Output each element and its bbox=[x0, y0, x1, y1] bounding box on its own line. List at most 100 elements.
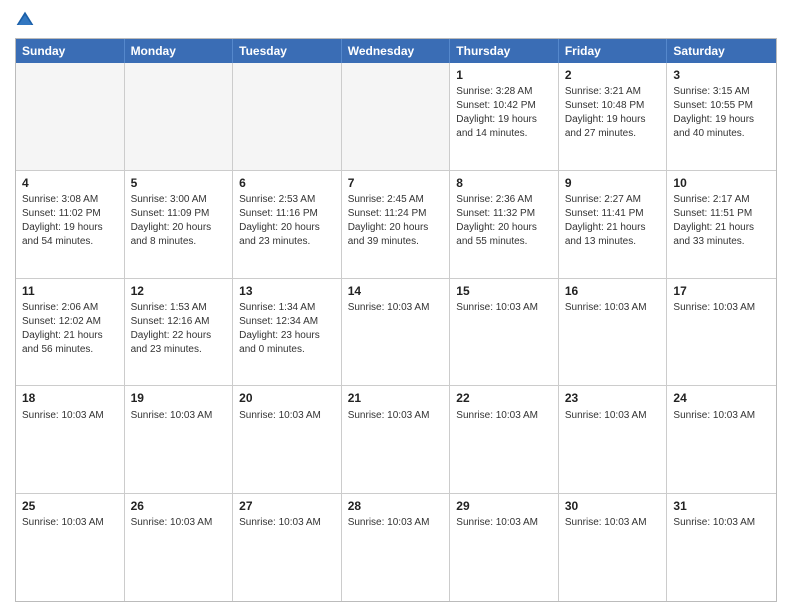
calendar-cell bbox=[125, 63, 234, 170]
day-number: 2 bbox=[565, 67, 661, 83]
calendar-row-1: 1 Sunrise: 3:28 AM Sunset: 10:42 PM Dayli… bbox=[16, 63, 776, 170]
day-info: Sunrise: 3:21 AM Sunset: 10:48 PM Daylig… bbox=[565, 85, 661, 141]
day-number: 27 bbox=[239, 498, 335, 514]
day-number: 14 bbox=[348, 283, 444, 299]
day-info: Sunrise: 10:03 AM bbox=[348, 301, 444, 315]
day-number: 10 bbox=[673, 175, 770, 191]
calendar-cell bbox=[342, 63, 451, 170]
calendar-cell: 11 Sunrise: 2:06 AM Sunset: 12:02 AM Dayl… bbox=[16, 279, 125, 386]
calendar-cell: 12 Sunrise: 1:53 AM Sunset: 12:16 AM Dayl… bbox=[125, 279, 234, 386]
calendar-cell: 10 Sunrise: 2:17 AM Sunset: 11:51 PM Dayl… bbox=[667, 171, 776, 278]
calendar-row-5: 25Sunrise: 10:03 AM26Sunrise: 10:03 AM27… bbox=[16, 493, 776, 601]
day-number: 29 bbox=[456, 498, 552, 514]
page: SundayMondayTuesdayWednesdayThursdayFrid… bbox=[0, 0, 792, 612]
day-info: Sunrise: 10:03 AM bbox=[22, 516, 118, 530]
calendar-cell: 28 Sunrise: 10:03 AM bbox=[342, 494, 451, 601]
day-info: Sunrise: 10:03 AM bbox=[456, 516, 552, 530]
calendar-cell: 17Sunrise: 10:03 AM bbox=[667, 279, 776, 386]
day-info: Sunrise: 10:03 AM bbox=[565, 301, 661, 315]
calendar-cell: 31Sunrise: 10:03 AM bbox=[667, 494, 776, 601]
day-info: Sunrise: 3:08 AM Sunset: 11:02 PM Daylig… bbox=[22, 193, 118, 249]
day-info: Sunrise: 10:03 AM bbox=[131, 409, 227, 423]
calendar-cell: 7 Sunrise: 2:45 AM Sunset: 11:24 PM Dayli… bbox=[342, 171, 451, 278]
calendar-row-2: 4Sunrise: 3:08 AM Sunset: 11:02 PM Dayli… bbox=[16, 170, 776, 278]
day-number: 5 bbox=[131, 175, 227, 191]
day-info: Sunrise: 3:28 AM Sunset: 10:42 PM Daylig… bbox=[456, 85, 552, 141]
day-number: 20 bbox=[239, 390, 335, 406]
calendar-cell: 6Sunrise: 2:53 AM Sunset: 11:16 PM Dayli… bbox=[233, 171, 342, 278]
calendar-cell bbox=[233, 63, 342, 170]
calendar-body: 1 Sunrise: 3:28 AM Sunset: 10:42 PM Dayli… bbox=[16, 63, 776, 601]
day-info: Sunrise: 10:03 AM bbox=[456, 301, 552, 315]
day-number: 23 bbox=[565, 390, 661, 406]
header-day-wednesday: Wednesday bbox=[342, 39, 451, 63]
day-number: 28 bbox=[348, 498, 444, 514]
header-day-saturday: Saturday bbox=[667, 39, 776, 63]
day-number: 13 bbox=[239, 283, 335, 299]
day-info: Sunrise: 10:03 AM bbox=[673, 409, 770, 423]
header-day-thursday: Thursday bbox=[450, 39, 559, 63]
day-number: 24 bbox=[673, 390, 770, 406]
day-info: Sunrise: 2:17 AM Sunset: 11:51 PM Daylig… bbox=[673, 193, 770, 249]
day-number: 21 bbox=[348, 390, 444, 406]
day-number: 16 bbox=[565, 283, 661, 299]
calendar-cell: 9 Sunrise: 2:27 AM Sunset: 11:41 PM Dayli… bbox=[559, 171, 668, 278]
day-number: 1 bbox=[456, 67, 552, 83]
calendar-cell: 23 Sunrise: 10:03 AM bbox=[559, 386, 668, 493]
day-number: 31 bbox=[673, 498, 770, 514]
header-day-tuesday: Tuesday bbox=[233, 39, 342, 63]
calendar-header: SundayMondayTuesdayWednesdayThursdayFrid… bbox=[16, 39, 776, 63]
calendar-cell: 27Sunrise: 10:03 AM bbox=[233, 494, 342, 601]
header bbox=[15, 10, 777, 30]
day-info: Sunrise: 2:45 AM Sunset: 11:24 PM Daylig… bbox=[348, 193, 444, 249]
calendar-cell: 22 Sunrise: 10:03 AM bbox=[450, 386, 559, 493]
day-info: Sunrise: 10:03 AM bbox=[131, 516, 227, 530]
day-info: Sunrise: 10:03 AM bbox=[348, 516, 444, 530]
day-number: 12 bbox=[131, 283, 227, 299]
day-info: Sunrise: 1:34 AM Sunset: 12:34 AM Daylig… bbox=[239, 301, 335, 357]
calendar-row-4: 18Sunrise: 10:03 AM19Sunrise: 10:03 AM20… bbox=[16, 385, 776, 493]
calendar-cell: 21 Sunrise: 10:03 AM bbox=[342, 386, 451, 493]
header-day-friday: Friday bbox=[559, 39, 668, 63]
day-info: Sunrise: 2:36 AM Sunset: 11:32 PM Daylig… bbox=[456, 193, 552, 249]
day-info: Sunrise: 1:53 AM Sunset: 12:16 AM Daylig… bbox=[131, 301, 227, 357]
calendar: SundayMondayTuesdayWednesdayThursdayFrid… bbox=[15, 38, 777, 602]
day-number: 8 bbox=[456, 175, 552, 191]
day-info: Sunrise: 10:03 AM bbox=[456, 409, 552, 423]
calendar-cell: 13 Sunrise: 1:34 AM Sunset: 12:34 AM Dayl… bbox=[233, 279, 342, 386]
day-number: 18 bbox=[22, 390, 118, 406]
logo bbox=[15, 10, 39, 30]
calendar-cell: 19Sunrise: 10:03 AM bbox=[125, 386, 234, 493]
calendar-cell: 8 Sunrise: 2:36 AM Sunset: 11:32 PM Dayli… bbox=[450, 171, 559, 278]
day-info: Sunrise: 10:03 AM bbox=[565, 409, 661, 423]
calendar-cell: 4Sunrise: 3:08 AM Sunset: 11:02 PM Dayli… bbox=[16, 171, 125, 278]
day-number: 6 bbox=[239, 175, 335, 191]
day-info: Sunrise: 10:03 AM bbox=[239, 409, 335, 423]
day-info: Sunrise: 10:03 AM bbox=[22, 409, 118, 423]
day-number: 25 bbox=[22, 498, 118, 514]
day-info: Sunrise: 3:00 AM Sunset: 11:09 PM Daylig… bbox=[131, 193, 227, 249]
day-number: 11 bbox=[22, 283, 118, 299]
day-number: 7 bbox=[348, 175, 444, 191]
day-number: 9 bbox=[565, 175, 661, 191]
calendar-cell: 29 Sunrise: 10:03 AM bbox=[450, 494, 559, 601]
calendar-cell: 18 Sunrise: 10:03 AM bbox=[16, 386, 125, 493]
day-number: 15 bbox=[456, 283, 552, 299]
calendar-row-3: 11 Sunrise: 2:06 AM Sunset: 12:02 AM Dayl… bbox=[16, 278, 776, 386]
calendar-cell bbox=[16, 63, 125, 170]
day-number: 22 bbox=[456, 390, 552, 406]
day-number: 30 bbox=[565, 498, 661, 514]
day-info: Sunrise: 10:03 AM bbox=[565, 516, 661, 530]
header-day-monday: Monday bbox=[125, 39, 234, 63]
calendar-cell: 2 Sunrise: 3:21 AM Sunset: 10:48 PM Dayli… bbox=[559, 63, 668, 170]
calendar-cell: 5 Sunrise: 3:00 AM Sunset: 11:09 PM Dayli… bbox=[125, 171, 234, 278]
calendar-cell: 3Sunrise: 3:15 AM Sunset: 10:55 PM Dayli… bbox=[667, 63, 776, 170]
calendar-cell: 30 Sunrise: 10:03 AM bbox=[559, 494, 668, 601]
calendar-cell: 26Sunrise: 10:03 AM bbox=[125, 494, 234, 601]
calendar-cell: 14 Sunrise: 10:03 AM bbox=[342, 279, 451, 386]
day-info: Sunrise: 10:03 AM bbox=[348, 409, 444, 423]
day-info: Sunrise: 2:27 AM Sunset: 11:41 PM Daylig… bbox=[565, 193, 661, 249]
calendar-cell: 20 Sunrise: 10:03 AM bbox=[233, 386, 342, 493]
day-info: Sunrise: 2:06 AM Sunset: 12:02 AM Daylig… bbox=[22, 301, 118, 357]
calendar-cell: 25 Sunrise: 10:03 AM bbox=[16, 494, 125, 601]
